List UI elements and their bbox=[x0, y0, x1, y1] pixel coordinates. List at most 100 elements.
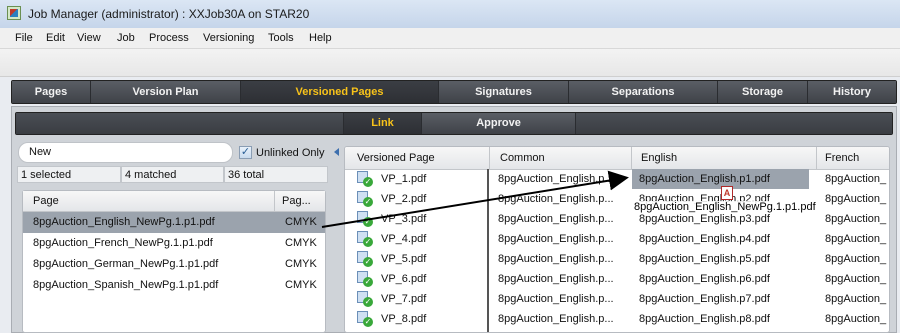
table-row[interactable]: 8pgAuction_German_NewPg.1.p1.pdf CMYK bbox=[23, 254, 325, 275]
tab-storage[interactable]: Storage bbox=[718, 81, 808, 103]
page-name: 8pgAuction_Spanish_NewPg.1.p1.pdf bbox=[33, 279, 219, 291]
french-cell: 8pgAuction_ bbox=[825, 273, 887, 285]
table-row[interactable]: ✓ VP_6.pdf 8pgAuction_English.p... 8pgAu… bbox=[345, 269, 889, 289]
tab-history[interactable]: History bbox=[808, 81, 896, 103]
pdf-file-icon: A bbox=[721, 186, 733, 200]
versioned-page-icon: ✓ bbox=[357, 231, 373, 247]
versioned-page-icon: ✓ bbox=[357, 291, 373, 307]
versioned-page-name: VP_4.pdf bbox=[381, 233, 427, 245]
versioned-page-name: VP_3.pdf bbox=[381, 213, 427, 225]
unlinked-only-checkbox[interactable]: ✓ bbox=[239, 146, 252, 159]
versioned-pages-header: Versioned Page Common English French bbox=[345, 147, 889, 170]
sub-tab-bar: Link Approve bbox=[15, 112, 893, 135]
versioned-page-name: VP_6.pdf bbox=[381, 273, 427, 285]
search-input[interactable]: New bbox=[18, 142, 233, 163]
column-header-versioned-page[interactable]: Versioned Page bbox=[357, 152, 435, 164]
versioned-page-icon: ✓ bbox=[357, 311, 373, 327]
versioned-page-icon: ✓ bbox=[357, 251, 373, 267]
versioned-pages-table: Versioned Page Common English French ✓ V… bbox=[344, 146, 890, 333]
menu-edit[interactable]: Edit bbox=[46, 32, 65, 44]
versioned-page-name: VP_5.pdf bbox=[381, 253, 427, 265]
unlinked-only-label: Unlinked Only bbox=[256, 147, 325, 159]
english-cell: 8pgAuction_English.p6.pdf bbox=[639, 273, 770, 285]
versioned-page-icon: ✓ bbox=[357, 271, 373, 287]
table-row[interactable]: 8pgAuction_English_NewPg.1.p1.pdf CMYK bbox=[23, 212, 325, 233]
table-row[interactable]: ✓ VP_7.pdf 8pgAuction_English.p... 8pgAu… bbox=[345, 289, 889, 309]
menu-help[interactable]: Help bbox=[309, 32, 332, 44]
sub-tab-spacer-left bbox=[16, 113, 344, 134]
common-cell: 8pgAuction_English.p... bbox=[498, 293, 614, 305]
common-cell: 8pgAuction_English.p... bbox=[498, 273, 614, 285]
versioned-page-icon: ✓ bbox=[357, 171, 373, 187]
common-cell: 8pgAuction_English.p... bbox=[498, 213, 614, 225]
page-colorspace: CMYK bbox=[285, 279, 317, 291]
table-row[interactable]: ✓ VP_5.pdf 8pgAuction_English.p... 8pgAu… bbox=[345, 249, 889, 269]
french-cell: 8pgAuction_ bbox=[825, 193, 887, 205]
english-cell: 8pgAuction_English.p7.pdf bbox=[639, 293, 770, 305]
sub-tab-spacer-right bbox=[576, 113, 892, 134]
page-colorspace: CMYK bbox=[285, 237, 317, 249]
total-count: 36 total bbox=[224, 166, 328, 183]
english-cell: 8pgAuction_English.p4.pdf bbox=[639, 233, 770, 245]
versioned-page-name: VP_8.pdf bbox=[381, 313, 427, 325]
versioned-page-icon: ✓ bbox=[357, 211, 373, 227]
table-row[interactable]: 8pgAuction_Spanish_NewPg.1.p1.pdf CMYK bbox=[23, 275, 325, 296]
title-bar: Job Manager (administrator) : XXJob30A o… bbox=[0, 0, 900, 29]
column-header-common[interactable]: Common bbox=[500, 152, 545, 164]
french-cell: 8pgAuction_ bbox=[825, 293, 887, 305]
menu-file[interactable]: File bbox=[15, 32, 33, 44]
app-icon bbox=[7, 6, 21, 20]
page-name: 8pgAuction_French_NewPg.1.p1.pdf bbox=[33, 237, 213, 249]
drag-label: 8pgAuction_English_NewPg.1.p1.pdf bbox=[633, 201, 817, 213]
page-colorspace: CMYK bbox=[285, 258, 317, 270]
pages-table-header: Page Pag... bbox=[23, 191, 325, 212]
collapse-left-icon[interactable] bbox=[334, 148, 339, 156]
table-row[interactable]: ✓ VP_8.pdf 8pgAuction_English.p... 8pgAu… bbox=[345, 309, 889, 329]
page-name: 8pgAuction_German_NewPg.1.p1.pdf bbox=[33, 258, 219, 270]
tab-signatures[interactable]: Signatures bbox=[439, 81, 569, 103]
column-header-page[interactable]: Page bbox=[33, 195, 59, 207]
tab-link[interactable]: Link bbox=[344, 113, 422, 134]
page-name: 8pgAuction_English_NewPg.1.p1.pdf bbox=[33, 216, 215, 228]
selected-count: 1 selected bbox=[17, 166, 121, 183]
tab-separations[interactable]: Separations bbox=[569, 81, 718, 103]
menu-process[interactable]: Process bbox=[149, 32, 189, 44]
english-cell: 8pgAuction_English.p8.pdf bbox=[639, 313, 770, 325]
french-cell: 8pgAuction_ bbox=[825, 213, 887, 225]
menu-bar: File Edit View Job Process Versioning To… bbox=[0, 28, 900, 49]
common-cell: 8pgAuction_English.p... bbox=[498, 193, 614, 205]
common-cell: 8pgAuction_English.p... bbox=[498, 253, 614, 265]
column-header-french[interactable]: French bbox=[825, 152, 859, 164]
menu-tools[interactable]: Tools bbox=[268, 32, 294, 44]
matched-count: 4 matched bbox=[121, 166, 224, 183]
table-row[interactable]: 8pgAuction_French_NewPg.1.p1.pdf CMYK bbox=[23, 233, 325, 254]
column-header-colorspace[interactable]: Pag... bbox=[282, 195, 311, 207]
column-divider bbox=[487, 169, 489, 332]
versioned-page-icon: ✓ bbox=[357, 191, 373, 207]
versioned-page-name: VP_1.pdf bbox=[381, 173, 427, 185]
versioned-page-name: VP_7.pdf bbox=[381, 293, 427, 305]
french-cell: 8pgAuction_ bbox=[825, 233, 887, 245]
window-title: Job Manager (administrator) : XXJob30A o… bbox=[28, 7, 310, 21]
tab-approve[interactable]: Approve bbox=[422, 113, 576, 134]
common-cell: 8pgAuction_English.p... bbox=[498, 233, 614, 245]
menu-view[interactable]: View bbox=[77, 32, 101, 44]
table-row[interactable]: ✓ VP_4.pdf 8pgAuction_English.p... 8pgAu… bbox=[345, 229, 889, 249]
column-header-english[interactable]: English bbox=[641, 152, 677, 164]
table-row[interactable]: ✓ VP_1.pdf 8pgAuction_English.p... 8pgAu… bbox=[345, 169, 889, 189]
common-cell: 8pgAuction_English.p... bbox=[498, 173, 614, 185]
toolbar bbox=[0, 49, 900, 77]
tab-pages[interactable]: Pages bbox=[12, 81, 91, 103]
main-tab-bar: Pages Version Plan Versioned Pages Signa… bbox=[11, 80, 897, 104]
pages-table: Page Pag... 8pgAuction_English_NewPg.1.p… bbox=[22, 190, 326, 333]
menu-versioning[interactable]: Versioning bbox=[203, 32, 254, 44]
french-cell: 8pgAuction_ bbox=[825, 253, 887, 265]
common-cell: 8pgAuction_English.p... bbox=[498, 313, 614, 325]
versioned-page-name: VP_2.pdf bbox=[381, 193, 427, 205]
english-cell: 8pgAuction_English.p5.pdf bbox=[639, 253, 770, 265]
english-cell: 8pgAuction_English.p1.pdf bbox=[639, 173, 770, 185]
menu-job[interactable]: Job bbox=[117, 32, 135, 44]
tab-versioned-pages[interactable]: Versioned Pages bbox=[241, 81, 439, 103]
tab-version-plan[interactable]: Version Plan bbox=[91, 81, 241, 103]
page-colorspace: CMYK bbox=[285, 216, 317, 228]
